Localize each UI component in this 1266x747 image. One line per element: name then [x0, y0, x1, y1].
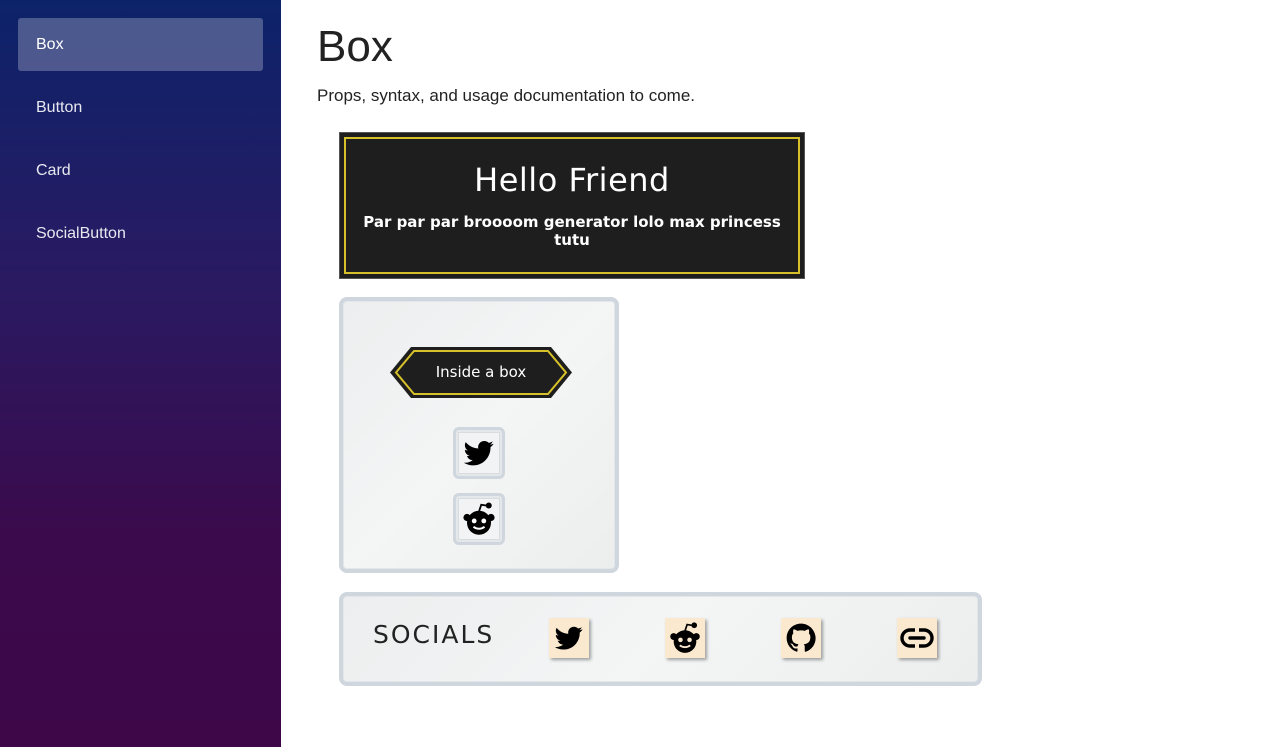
socials-box: SOCIALS	[339, 592, 982, 686]
reddit-button-face	[458, 498, 500, 540]
socials-link-button[interactable]	[897, 618, 937, 658]
hello-box-inner-border: Hello Friend Par par par broooom generat…	[344, 137, 800, 274]
socials-reddit-button[interactable]	[665, 618, 705, 658]
twitter-button[interactable]	[453, 427, 505, 479]
reddit-button[interactable]	[453, 493, 505, 545]
link-icon	[900, 628, 934, 648]
twitter-button-face	[458, 432, 500, 474]
inner-box-container: Inside a box	[339, 297, 619, 573]
main-content: Box Props, syntax, and usage documentati…	[317, 0, 1257, 686]
socials-label: SOCIALS	[373, 620, 495, 649]
sidebar-item-card[interactable]: Card	[18, 144, 263, 197]
inside-a-box-button[interactable]: Inside a box	[389, 346, 573, 399]
hello-box-text: Par par par broooom generator lolo max p…	[363, 213, 781, 249]
hello-box: Hello Friend Par par par broooom generat…	[339, 132, 805, 279]
twitter-icon	[463, 441, 494, 466]
twitter-icon	[554, 626, 583, 650]
reddit-icon	[670, 622, 700, 653]
inside-a-box-label: Inside a box	[435, 363, 527, 381]
page-description: Props, syntax, and usage documentation t…	[317, 86, 696, 105]
sidebar-item-socialbutton[interactable]: SocialButton	[18, 207, 263, 260]
hello-box-title: Hello Friend	[474, 161, 670, 199]
sidebar-item-box[interactable]: Box	[18, 18, 263, 71]
socials-github-button[interactable]	[781, 618, 821, 658]
reddit-icon	[463, 502, 495, 535]
sidebar-item-button[interactable]: Button	[18, 81, 263, 134]
sidebar-nav: Box Button Card SocialButton	[0, 0, 281, 747]
page-title: Box	[317, 22, 393, 71]
socials-twitter-button[interactable]	[549, 618, 589, 658]
github-icon	[786, 623, 816, 652]
